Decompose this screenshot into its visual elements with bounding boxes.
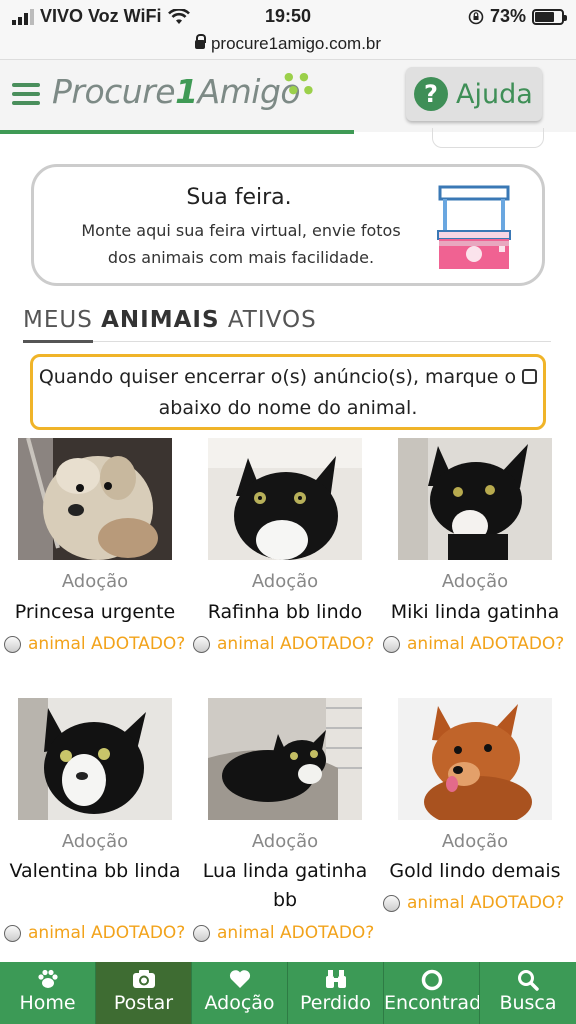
animal-type: Adoção xyxy=(251,571,319,592)
question-icon: ? xyxy=(414,77,448,111)
animal-type: Adoção xyxy=(61,571,129,592)
animal-type: Adoção xyxy=(441,571,509,592)
radio-button[interactable] xyxy=(193,635,210,653)
animal-name[interactable]: Rafinha bb lindo xyxy=(190,598,380,627)
bottom-nav: Home Postar Adoção Perdido Encontrado Bu… xyxy=(0,962,576,1024)
animal-type: Adoção xyxy=(441,831,509,852)
radio-button[interactable] xyxy=(193,924,210,942)
header-accent-line xyxy=(0,130,354,134)
heart-icon xyxy=(192,962,287,992)
binoculars-icon xyxy=(288,962,383,992)
animal-name[interactable]: Valentina bb linda xyxy=(0,857,190,886)
help-button[interactable]: ? Ajuda xyxy=(406,67,542,121)
animal-photo[interactable] xyxy=(208,698,362,820)
help-label: Ajuda xyxy=(456,78,533,110)
nav-home[interactable]: Home xyxy=(0,962,96,1024)
url-text: procure1amigo.com.br xyxy=(210,34,382,53)
animal-name[interactable]: Lua linda gatinha bb xyxy=(190,857,380,915)
animal-type: Adoção xyxy=(61,831,129,852)
animal-photo[interactable] xyxy=(18,438,172,560)
animal-photo[interactable] xyxy=(398,698,552,820)
lock-icon xyxy=(194,34,206,49)
radio-button[interactable] xyxy=(4,635,21,653)
instruction-notice: Quando quiser encerrar o(s) anúncio(s), … xyxy=(30,354,546,430)
orientation-lock-icon xyxy=(468,9,484,24)
nav-postar[interactable]: Postar xyxy=(96,962,192,1024)
header-tab xyxy=(432,128,544,148)
adopted-toggle[interactable]: animal ADOTADO? xyxy=(4,634,185,654)
feira-card[interactable]: Sua feira. Monte aqui sua feira virtual,… xyxy=(31,164,545,286)
section-divider-accent xyxy=(23,340,93,343)
market-stall-icon xyxy=(437,185,511,269)
feira-title: Sua feira. xyxy=(186,185,292,210)
paw-prints-icon: ● ● ● ● xyxy=(284,70,315,96)
animal-photo[interactable] xyxy=(208,438,362,560)
radio-button[interactable] xyxy=(4,924,21,942)
animal-type: Adoção xyxy=(251,831,319,852)
adopted-toggle[interactable]: animal ADOTADO? xyxy=(383,893,564,913)
battery-percent: 73% xyxy=(489,6,526,26)
animal-photo[interactable] xyxy=(398,438,552,560)
checkbox-icon xyxy=(522,369,538,384)
animal-photo[interactable] xyxy=(18,698,172,820)
nav-adocao[interactable]: Adoção xyxy=(192,962,288,1024)
status-bar: VIVO Voz WiFi 19:50 73% xyxy=(0,0,576,34)
address-bar[interactable]: procure1amigo.com.br xyxy=(0,34,576,60)
feira-description: Monte aqui sua feira virtual, envie foto… xyxy=(81,221,401,267)
animal-name[interactable]: Princesa urgente xyxy=(0,598,190,627)
adopted-toggle[interactable]: animal ADOTADO? xyxy=(193,634,374,654)
nav-encontrado[interactable]: Encontrado xyxy=(384,962,480,1024)
nav-perdido[interactable]: Perdido xyxy=(288,962,384,1024)
adopted-toggle[interactable]: animal ADOTADO? xyxy=(383,634,564,654)
search-icon xyxy=(480,962,576,992)
animal-name[interactable]: Miki linda gatinha xyxy=(380,598,570,627)
radio-button[interactable] xyxy=(383,635,400,653)
nav-busca[interactable]: Busca xyxy=(480,962,576,1024)
camera-icon xyxy=(96,962,191,992)
site-logo[interactable]: Procure1Amigo xyxy=(52,72,301,111)
adopted-toggle[interactable]: animal ADOTADO? xyxy=(193,923,374,943)
hamburger-menu-icon[interactable] xyxy=(12,83,40,105)
section-title: MEUS ANIMAIS ATIVOS xyxy=(23,307,317,333)
section-divider xyxy=(23,341,551,342)
radio-button[interactable] xyxy=(383,894,400,912)
paw-icon xyxy=(0,962,95,992)
animal-name[interactable]: Gold lindo demais xyxy=(380,857,570,886)
adopted-toggle[interactable]: animal ADOTADO? xyxy=(4,923,185,943)
battery-icon xyxy=(532,8,567,25)
lifebuoy-icon xyxy=(384,962,479,992)
